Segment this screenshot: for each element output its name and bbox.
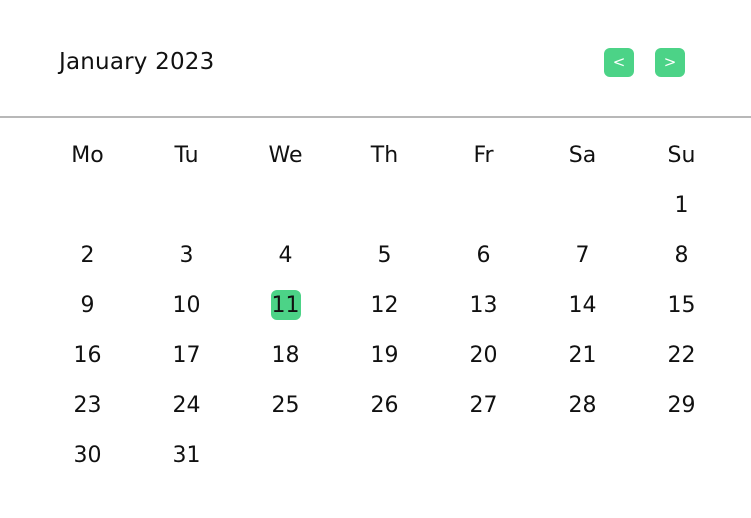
day-number: 31 [172,443,201,468]
day-number: 30 [73,443,102,468]
day-number: 22 [667,343,696,368]
empty-day-cell [434,180,533,230]
day-cell[interactable]: 21 [533,330,632,380]
empty-day-cell [632,430,731,480]
day-cell[interactable]: 27 [434,380,533,430]
day-number: 10 [172,293,201,318]
day-number: 5 [377,243,392,268]
empty-day-cell [533,430,632,480]
day-number: 12 [370,293,399,318]
weekday-label: Mo [71,142,104,168]
day-number: 14 [568,293,597,318]
day-cell[interactable]: 23 [38,380,137,430]
calendar-grid: Mo Tu We Th Fr Sa Su 1 2 3 4 5 6 7 8 9 1… [38,130,731,480]
day-number: 2 [80,243,95,268]
calendar-header: January 2023 < > [0,0,751,116]
day-cell[interactable]: 7 [533,230,632,280]
selected-day-cell[interactable]: 11 [236,280,335,330]
empty-day-cell [335,180,434,230]
day-number: 27 [469,393,498,418]
day-cell[interactable]: 26 [335,380,434,430]
header-divider [0,116,751,118]
weekday-label: Sa [568,142,597,168]
day-number: 26 [370,393,399,418]
day-cell[interactable]: 13 [434,280,533,330]
day-number: 11 [270,290,301,320]
empty-day-cell [236,430,335,480]
day-cell[interactable]: 25 [236,380,335,430]
day-number: 23 [73,393,102,418]
day-cell[interactable]: 9 [38,280,137,330]
previous-month-button[interactable]: < [604,48,634,77]
day-cell[interactable]: 16 [38,330,137,380]
day-cell[interactable]: 6 [434,230,533,280]
day-number: 3 [179,243,194,268]
day-cell[interactable]: 17 [137,330,236,380]
empty-day-cell [533,180,632,230]
day-cell[interactable]: 29 [632,380,731,430]
weekday-label: Th [370,142,399,168]
day-number: 20 [469,343,498,368]
day-cell[interactable]: 3 [137,230,236,280]
next-month-button[interactable]: > [655,48,685,77]
empty-day-cell [335,430,434,480]
day-number: 18 [271,343,300,368]
weekday-label: Fr [473,142,494,168]
day-number: 9 [80,293,95,318]
day-number: 17 [172,343,201,368]
day-number: 29 [667,393,696,418]
day-cell[interactable]: 18 [236,330,335,380]
day-number: 13 [469,293,498,318]
day-number: 6 [476,243,491,268]
chevron-right-icon: > [663,53,677,71]
empty-day-cell [236,180,335,230]
day-cell[interactable]: 5 [335,230,434,280]
chevron-left-icon: < [612,53,626,71]
empty-day-cell [38,180,137,230]
weekday-label: Tu [174,142,199,168]
day-cell[interactable]: 14 [533,280,632,330]
weekday-label: We [268,142,303,168]
day-number: 25 [271,393,300,418]
day-number: 1 [674,193,689,218]
empty-day-cell [137,180,236,230]
day-cell[interactable]: 24 [137,380,236,430]
day-number: 19 [370,343,399,368]
day-cell[interactable]: 19 [335,330,434,380]
day-cell[interactable]: 12 [335,280,434,330]
day-cell[interactable]: 28 [533,380,632,430]
day-cell[interactable]: 2 [38,230,137,280]
day-cell[interactable]: 15 [632,280,731,330]
weekday-label: Su [667,142,696,168]
day-cell[interactable]: 31 [137,430,236,480]
day-cell[interactable]: 20 [434,330,533,380]
day-number: 16 [73,343,102,368]
month-title: January 2023 [59,49,215,75]
day-cell[interactable]: 1 [632,180,731,230]
day-cell[interactable]: 10 [137,280,236,330]
day-cell[interactable]: 8 [632,230,731,280]
day-number: 4 [278,243,293,268]
day-number: 24 [172,393,201,418]
calendar-widget: January 2023 < > Mo Tu We Th Fr Sa Su 1 … [0,0,751,518]
day-number: 21 [568,343,597,368]
day-cell[interactable]: 22 [632,330,731,380]
day-number: 7 [575,243,590,268]
day-number: 8 [674,243,689,268]
day-cell[interactable]: 30 [38,430,137,480]
day-number: 28 [568,393,597,418]
empty-day-cell [434,430,533,480]
day-cell[interactable]: 4 [236,230,335,280]
day-number: 15 [667,293,696,318]
